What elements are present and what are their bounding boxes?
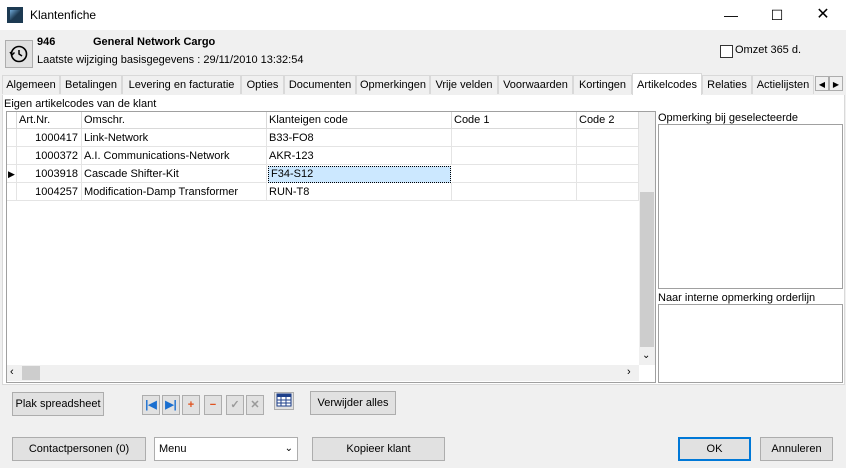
cell-artnr[interactable]: 1000417 xyxy=(17,129,82,147)
cell-omschr[interactable]: Cascade Shifter-Kit xyxy=(82,165,267,183)
cancel-button[interactable]: Annuleren xyxy=(760,437,833,461)
cell-code2[interactable] xyxy=(577,129,639,147)
first-record-icon[interactable]: |◀ xyxy=(142,395,160,415)
close-icon[interactable]: ✕ xyxy=(800,0,846,30)
grid-glyph xyxy=(276,393,292,407)
column-header-code2[interactable]: Code 2 xyxy=(577,112,639,129)
scroll-left-icon[interactable]: ‹ xyxy=(10,366,14,378)
menu-dropdown-value: Menu xyxy=(159,443,187,455)
last-record-icon[interactable]: ▶| xyxy=(162,395,180,415)
omzet-label: Omzet 365 d. xyxy=(735,44,802,56)
cell-code2[interactable] xyxy=(577,165,639,183)
customer-id: 946 xyxy=(37,36,56,48)
internal-remark-label: Naar interne opmerking orderlijn xyxy=(658,292,816,304)
omzet-checkbox[interactable] xyxy=(720,45,733,58)
chevron-down-icon: ⌄ xyxy=(284,443,293,454)
cell-code1[interactable] xyxy=(452,129,577,147)
cell-code2[interactable] xyxy=(577,147,639,165)
current-row-indicator-icon: ▶ xyxy=(7,165,17,183)
cell-klanteigen-code[interactable]: RUN-T8 xyxy=(267,183,452,201)
column-header-code1[interactable]: Code 1 xyxy=(452,112,577,129)
tab-vrije-velden[interactable]: Vrije velden xyxy=(430,75,498,94)
row-indicator xyxy=(7,183,17,201)
tab-documenten[interactable]: Documenten xyxy=(284,75,356,94)
column-header-artnr[interactable]: Art.Nr. xyxy=(17,112,82,129)
cell-artnr[interactable]: 1003918 xyxy=(17,165,82,183)
ok-button[interactable]: OK xyxy=(678,437,751,461)
last-modified-value: 29/11/2010 13:32:54 xyxy=(203,54,304,66)
window-title: Klantenfiche xyxy=(30,8,97,22)
tab-betalingen[interactable]: Betalingen xyxy=(60,75,122,94)
customer-name: General Network Cargo xyxy=(93,36,216,48)
tab-relaties[interactable]: Relaties xyxy=(702,75,752,94)
cell-klanteigen-code[interactable]: AKR-123 xyxy=(267,147,452,165)
row-indicator xyxy=(7,147,17,165)
plus-icon[interactable]: + xyxy=(182,395,200,415)
grid-horizontal-scrollbar[interactable] xyxy=(7,365,639,381)
cell-omschr[interactable]: Modification-Damp Transformer xyxy=(82,183,267,201)
grid-vertical-scroll-thumb[interactable] xyxy=(640,192,654,347)
tab-opties[interactable]: Opties xyxy=(241,75,284,94)
table-icon[interactable] xyxy=(274,392,294,410)
tab-artikelcodes[interactable]: Artikelcodes xyxy=(632,73,702,95)
cross-icon[interactable]: ✕ xyxy=(246,395,264,415)
cell-code1[interactable] xyxy=(452,165,577,183)
cell-omschr[interactable]: Link-Network xyxy=(82,129,267,147)
contacts-button[interactable]: Contactpersonen (0) xyxy=(12,437,146,461)
checkmark-icon[interactable]: ✓ xyxy=(226,395,244,415)
tab-algemeen[interactable]: Algemeen xyxy=(2,75,60,94)
section-label: Eigen artikelcodes van de klant xyxy=(4,98,157,110)
column-header-klanteigen-code[interactable]: Klanteigen code xyxy=(267,112,452,129)
tab-voorwaarden[interactable]: Voorwaarden xyxy=(498,75,573,94)
cell-code1[interactable] xyxy=(452,147,577,165)
cell-code2[interactable] xyxy=(577,183,639,201)
cell-artnr[interactable]: 1004257 xyxy=(17,183,82,201)
last-modified: Laatste wijziging basisgegevens : 29/11/… xyxy=(37,54,303,66)
scroll-down-icon[interactable]: ⌄ xyxy=(642,350,650,361)
scroll-right-icon[interactable]: › xyxy=(627,366,631,378)
menu-dropdown[interactable]: Menu ⌄ xyxy=(154,437,298,461)
cell-klanteigen-code[interactable]: B33-FO8 xyxy=(267,129,452,147)
grid-horizontal-scroll-thumb[interactable] xyxy=(22,366,40,380)
paste-spreadsheet-button[interactable]: Plak spreadsheet xyxy=(12,392,104,416)
row-indicator xyxy=(7,129,17,147)
cell-code1[interactable] xyxy=(452,183,577,201)
delete-all-button[interactable]: Verwijder alles xyxy=(310,391,396,415)
tab-kortingen[interactable]: Kortingen xyxy=(573,75,632,94)
maximize-icon[interactable]: ☐ xyxy=(754,0,800,30)
tab-actielijsten[interactable]: Actielijsten xyxy=(752,75,814,94)
tab-scroll-left-icon[interactable]: ◀ xyxy=(815,76,829,91)
tab-opmerkingen[interactable]: Opmerkingen xyxy=(356,75,430,94)
minimize-icon[interactable]: — xyxy=(708,0,754,30)
column-header-omschr[interactable]: Omschr. xyxy=(82,112,267,129)
cell-klanteigen-code-selected[interactable]: F34-S12 xyxy=(268,166,451,183)
last-modified-label: Laatste wijziging basisgegevens : xyxy=(37,54,201,66)
minus-icon[interactable]: − xyxy=(204,395,222,415)
history-icon xyxy=(9,45,28,63)
row-indicator-header xyxy=(7,112,17,129)
internal-remark-memo[interactable] xyxy=(658,304,843,383)
history-button[interactable] xyxy=(5,40,33,68)
cell-artnr[interactable]: 1000372 xyxy=(17,147,82,165)
remark-selected-memo[interactable] xyxy=(658,124,843,289)
tab-levering-en-facturatie[interactable]: Levering en facturatie xyxy=(122,75,241,94)
remark-selected-label: Opmerking bij geselecteerde xyxy=(658,112,799,124)
cell-omschr[interactable]: A.I. Communications-Network xyxy=(82,147,267,165)
copy-customer-button[interactable]: Kopieer klant xyxy=(312,437,445,461)
app-icon xyxy=(7,7,23,23)
tab-scroll-right-icon[interactable]: ▶ xyxy=(829,76,843,91)
